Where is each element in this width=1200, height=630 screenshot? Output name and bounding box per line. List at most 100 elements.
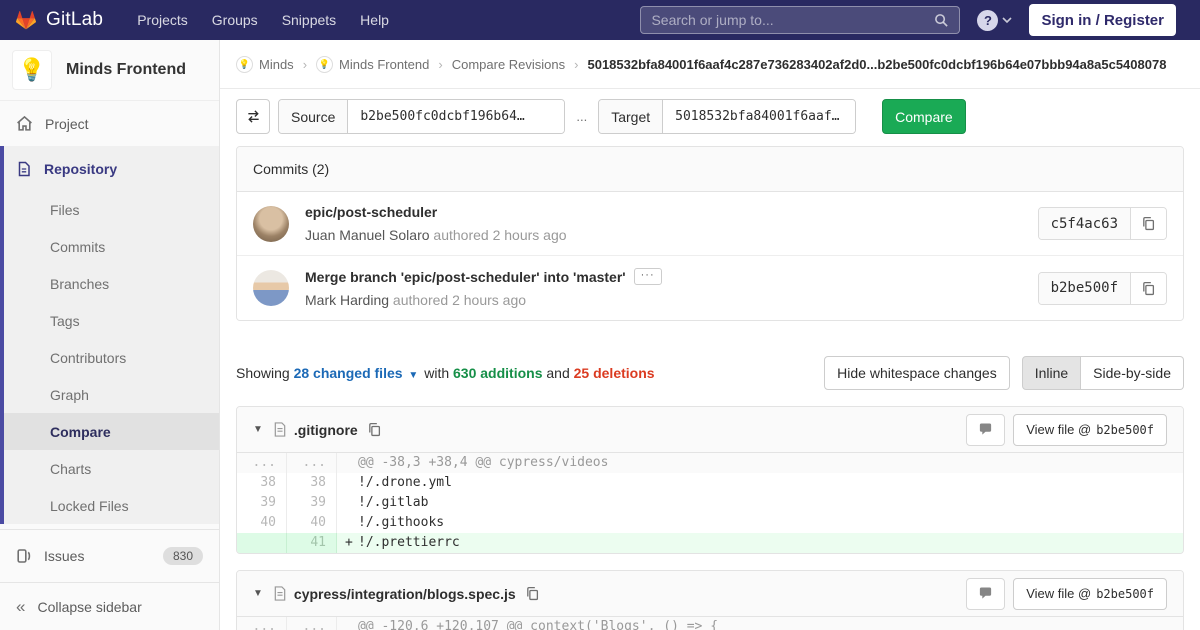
nav-projects[interactable]: Projects [125, 2, 200, 38]
sidebar-item-charts[interactable]: Charts [4, 450, 219, 487]
source-ref-input[interactable] [348, 100, 565, 133]
diff-stats-text: Showing 28 changed files ▼ with 630 addi… [236, 365, 655, 381]
commit-row: Merge branch 'epic/post-scheduler' into … [237, 255, 1183, 320]
new-line-number[interactable]: ... [287, 617, 337, 630]
commit-description-expander[interactable]: ··· [633, 268, 662, 285]
diff-context-row: 39 39 !/.gitlab [237, 493, 1183, 513]
commit-author-link[interactable]: Juan Manuel Solaro [305, 227, 430, 243]
copy-sha-button[interactable] [1131, 272, 1166, 304]
old-line-number[interactable]: 40 [237, 513, 287, 533]
swap-revisions-button[interactable] [236, 99, 270, 134]
compare-button[interactable]: Compare [882, 99, 966, 134]
collapse-icon: « [16, 596, 26, 616]
copy-sha-button[interactable] [1131, 208, 1166, 239]
sidebar-item-locked-files[interactable]: Locked Files [4, 487, 219, 524]
view-file-sha: b2be500f [1096, 586, 1154, 601]
diff-file-gitignore: ▼ .gitignore View file @ b2be500f ... ..… [236, 406, 1184, 554]
breadcrumb-separator: › [438, 56, 443, 72]
collapse-diff-icon[interactable]: ▼ [253, 588, 263, 599]
copy-icon [368, 422, 380, 437]
new-line-number[interactable]: 39 [287, 493, 337, 513]
view-file-label: View file @ [1026, 586, 1092, 601]
new-line-number[interactable]: 40 [287, 513, 337, 533]
sidebar-item-label: Repository [44, 160, 118, 177]
breadcrumb-compare-revisions[interactable]: Compare Revisions [452, 57, 565, 72]
comment-icon [980, 587, 992, 599]
collapse-sidebar-button[interactable]: « Collapse sidebar [0, 582, 219, 630]
old-line-number[interactable]: ... [237, 617, 287, 630]
project-context-header[interactable]: 💡 Minds Frontend [0, 40, 219, 101]
sidebar-item-label: Project [45, 115, 89, 132]
new-line-number[interactable]: 41 [287, 533, 337, 553]
sidebar-item-graph[interactable]: Graph [4, 376, 219, 413]
search-input[interactable] [651, 12, 935, 28]
nav-help[interactable]: Help [348, 2, 401, 38]
hunk-header-text: @@ -38,3 +38,4 @@ cypress/videos [337, 453, 1183, 473]
file-name-link[interactable]: cypress/integration/blogs.spec.js [294, 586, 516, 602]
target-ref-input[interactable] [663, 100, 856, 133]
commit-time: authored 2 hours ago [429, 227, 567, 243]
commit-title-link[interactable]: Merge branch 'epic/post-scheduler' into … [305, 268, 1038, 285]
commit-meta: Mark Harding authored 2 hours ago [305, 292, 1038, 308]
nav-groups[interactable]: Groups [200, 2, 270, 38]
help-menu[interactable]: ? [977, 9, 1013, 31]
diff-context-row: 40 40 !/.githooks [237, 513, 1183, 533]
breadcrumb-minds[interactable]: 💡 Minds [236, 55, 294, 73]
source-ref-group: Source [278, 99, 566, 134]
code-text: !/.prettierrc [358, 535, 460, 550]
hide-whitespace-button[interactable]: Hide whitespace changes [824, 356, 1010, 390]
additions-count: 630 additions [453, 365, 543, 381]
file-name-link[interactable]: .gitignore [294, 422, 358, 438]
old-line-number[interactable]: 39 [237, 493, 287, 513]
breadcrumb-current-hash: 5018532bfa84001f6aaf4c287e736283402af2d0… [587, 56, 1167, 72]
copy-file-path-button[interactable] [367, 422, 382, 437]
inline-view-button[interactable]: Inline [1021, 356, 1082, 390]
code-line: + !/.prettierrc [337, 533, 1183, 553]
sidebar-item-issues[interactable]: Issues 830 [0, 529, 219, 581]
sign-in-register-button[interactable]: Sign in / Register [1029, 4, 1176, 36]
toggle-comments-button[interactable] [966, 577, 1006, 610]
old-line-number[interactable]: 38 [237, 473, 287, 493]
sidebar-item-tags[interactable]: Tags [4, 302, 219, 339]
view-file-label: View file @ [1026, 422, 1092, 437]
commit-sha-link[interactable]: c5f4ac63 [1038, 208, 1131, 239]
diff-table: ... ... @@ -120,6 +120,107 @@ context('B… [237, 617, 1183, 630]
gitlab-logo-icon [14, 8, 38, 32]
global-search[interactable] [640, 6, 961, 34]
commit-title-link[interactable]: epic/post-scheduler [305, 204, 1038, 220]
new-line-number[interactable]: ... [287, 453, 337, 473]
group-avatar-icon: 💡 [236, 55, 253, 73]
commit-sha-link[interactable]: b2be500f [1038, 272, 1131, 304]
copy-file-path-button[interactable] [525, 586, 540, 601]
commit-author-link[interactable]: Mark Harding [305, 292, 389, 308]
search-icon[interactable] [934, 13, 949, 28]
source-label: Source [279, 100, 349, 133]
chevron-down-icon [1002, 16, 1013, 23]
sidebar-item-repository[interactable]: Repository [4, 146, 219, 191]
old-line-number[interactable]: ... [237, 453, 287, 473]
sidebar-item-contributors[interactable]: Contributors [4, 339, 219, 376]
help-icon: ? [977, 9, 999, 31]
sidebar-item-files[interactable]: Files [4, 191, 219, 228]
commit-info: Merge branch 'epic/post-scheduler' into … [305, 268, 1038, 308]
changed-files-dropdown[interactable]: 28 changed files [294, 365, 403, 381]
breadcrumb: 💡 Minds › 💡 Minds Frontend › Compare Rev… [220, 40, 1200, 89]
toggle-comments-button[interactable] [966, 413, 1006, 446]
diff-prefix: + [345, 535, 353, 550]
new-line-number[interactable]: 38 [287, 473, 337, 493]
breadcrumb-minds-frontend[interactable]: 💡 Minds Frontend [316, 55, 429, 73]
sidebar-item-compare[interactable]: Compare [4, 413, 219, 450]
sidebar-item-branches[interactable]: Branches [4, 265, 219, 302]
view-file-button[interactable]: View file @ b2be500f [1013, 577, 1167, 610]
collapse-diff-icon[interactable]: ▼ [253, 424, 263, 435]
project-name: Minds Frontend [66, 61, 186, 78]
sidebar-item-commits[interactable]: Commits [4, 228, 219, 265]
old-line-number[interactable] [237, 533, 287, 553]
sidebar-item-project[interactable]: Project [0, 101, 219, 146]
side-by-side-view-button[interactable]: Side-by-side [1081, 356, 1184, 390]
code-line: !/.gitlab [337, 493, 1183, 513]
nav-snippets[interactable]: Snippets [270, 2, 348, 38]
view-file-button[interactable]: View file @ b2be500f [1013, 413, 1167, 446]
gitlab-home-link[interactable]: GitLab [14, 8, 103, 32]
diff-added-row: 41 + !/.prettierrc [237, 533, 1183, 553]
